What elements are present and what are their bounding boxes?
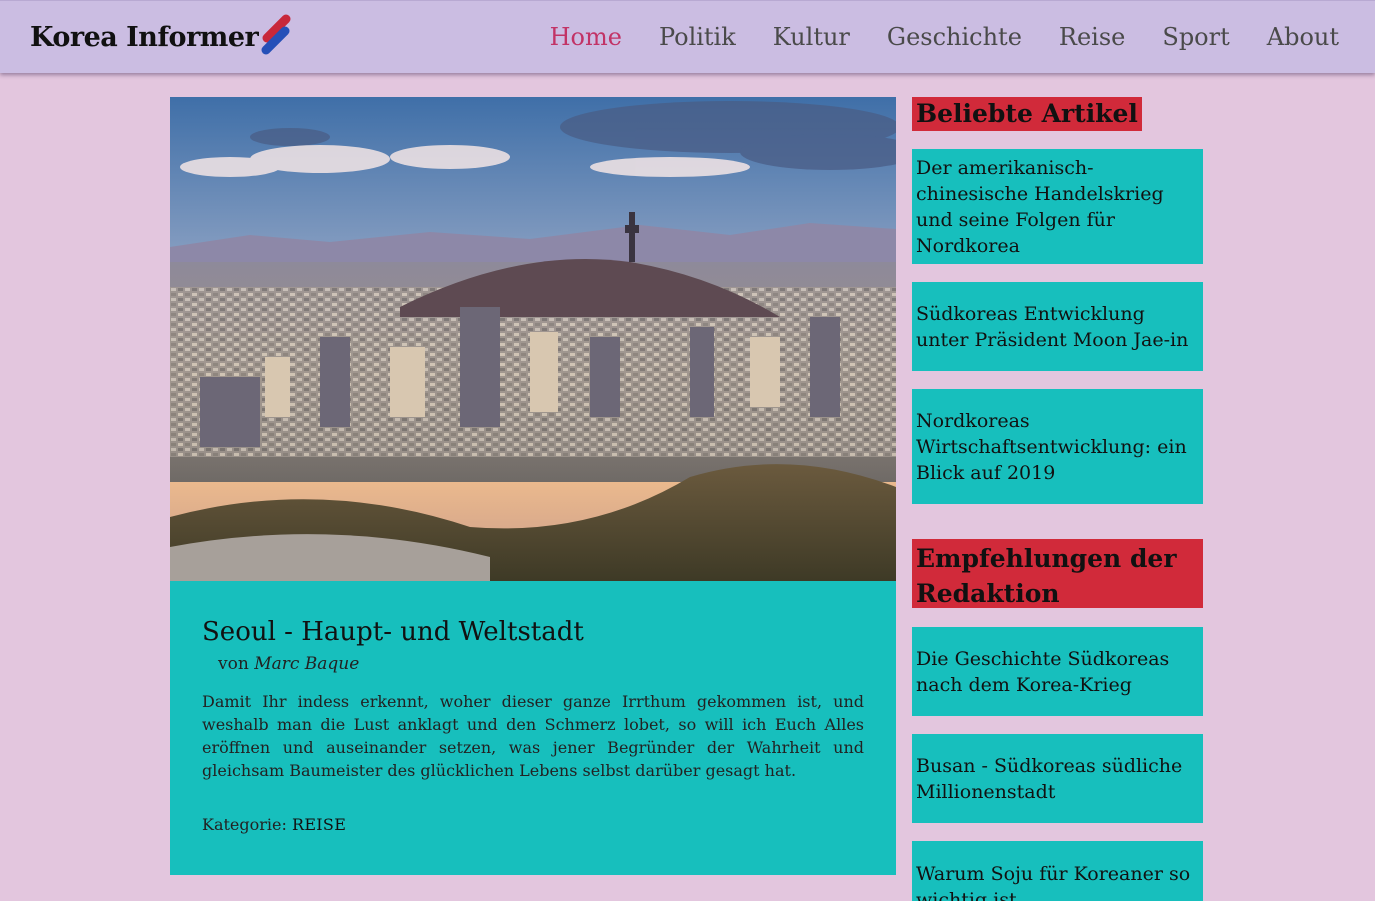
article-title[interactable]: Seoul - Haupt- und Weltstadt [202, 617, 864, 647]
logo-text: Korea Informer [30, 21, 259, 53]
popular-article-2[interactable]: Südkoreas Entwicklung unter Präsident Mo… [912, 282, 1203, 371]
editors-heading: Empfehlungen der Redaktion [912, 539, 1203, 608]
popular-article-3[interactable]: Nordkoreas Wirtschaftsentwicklung: ein B… [912, 389, 1203, 504]
article-category: Kategorie: REISE [202, 815, 864, 834]
nav-geschichte[interactable]: Geschichte [887, 23, 1022, 51]
article-author[interactable]: Marc Baque [254, 654, 359, 674]
article-excerpt: Damit Ihr indess erkennt, woher dieser g… [202, 692, 864, 780]
site-logo[interactable]: Korea Informer [30, 13, 294, 61]
popular-heading: Beliebte Artikel [912, 97, 1142, 131]
editors-article-3[interactable]: Warum Soju für Koreaner so wichtig ist [912, 841, 1203, 901]
featured-article[interactable]: Seoul - Haupt- und Weltstadt von Marc Ba… [170, 97, 896, 875]
popular-article-1[interactable]: Der amerikanisch-chinesische Handelskrie… [912, 149, 1203, 264]
editors-article-1[interactable]: Die Geschichte Südkoreas nach dem Korea-… [912, 627, 1203, 716]
nav-sport[interactable]: Sport [1162, 23, 1229, 51]
category-label: Kategorie: [202, 815, 287, 834]
logo-mark-icon [254, 13, 294, 61]
editors-article-2[interactable]: Busan - Südkoreas südliche Millionenstad… [912, 734, 1203, 823]
article-hero-image[interactable] [170, 97, 896, 581]
nav-home[interactable]: Home [550, 23, 622, 51]
article-body: Seoul - Haupt- und Weltstadt von Marc Ba… [202, 617, 864, 834]
category-value[interactable]: REISE [292, 815, 346, 834]
nav-about[interactable]: About [1267, 23, 1339, 51]
site-header: Korea Informer Home Politik Kultur Gesch… [0, 0, 1375, 73]
article-byline: von Marc Baque [218, 654, 864, 674]
byline-prefix: von [218, 654, 249, 674]
nav-kultur[interactable]: Kultur [773, 23, 850, 51]
nav-politik[interactable]: Politik [659, 23, 736, 51]
sidebar: Beliebte Artikel Der amerikanisch-chines… [912, 97, 1203, 901]
main-nav: Home Politik Kultur Geschichte Reise Spo… [550, 23, 1339, 51]
nav-reise[interactable]: Reise [1059, 23, 1125, 51]
